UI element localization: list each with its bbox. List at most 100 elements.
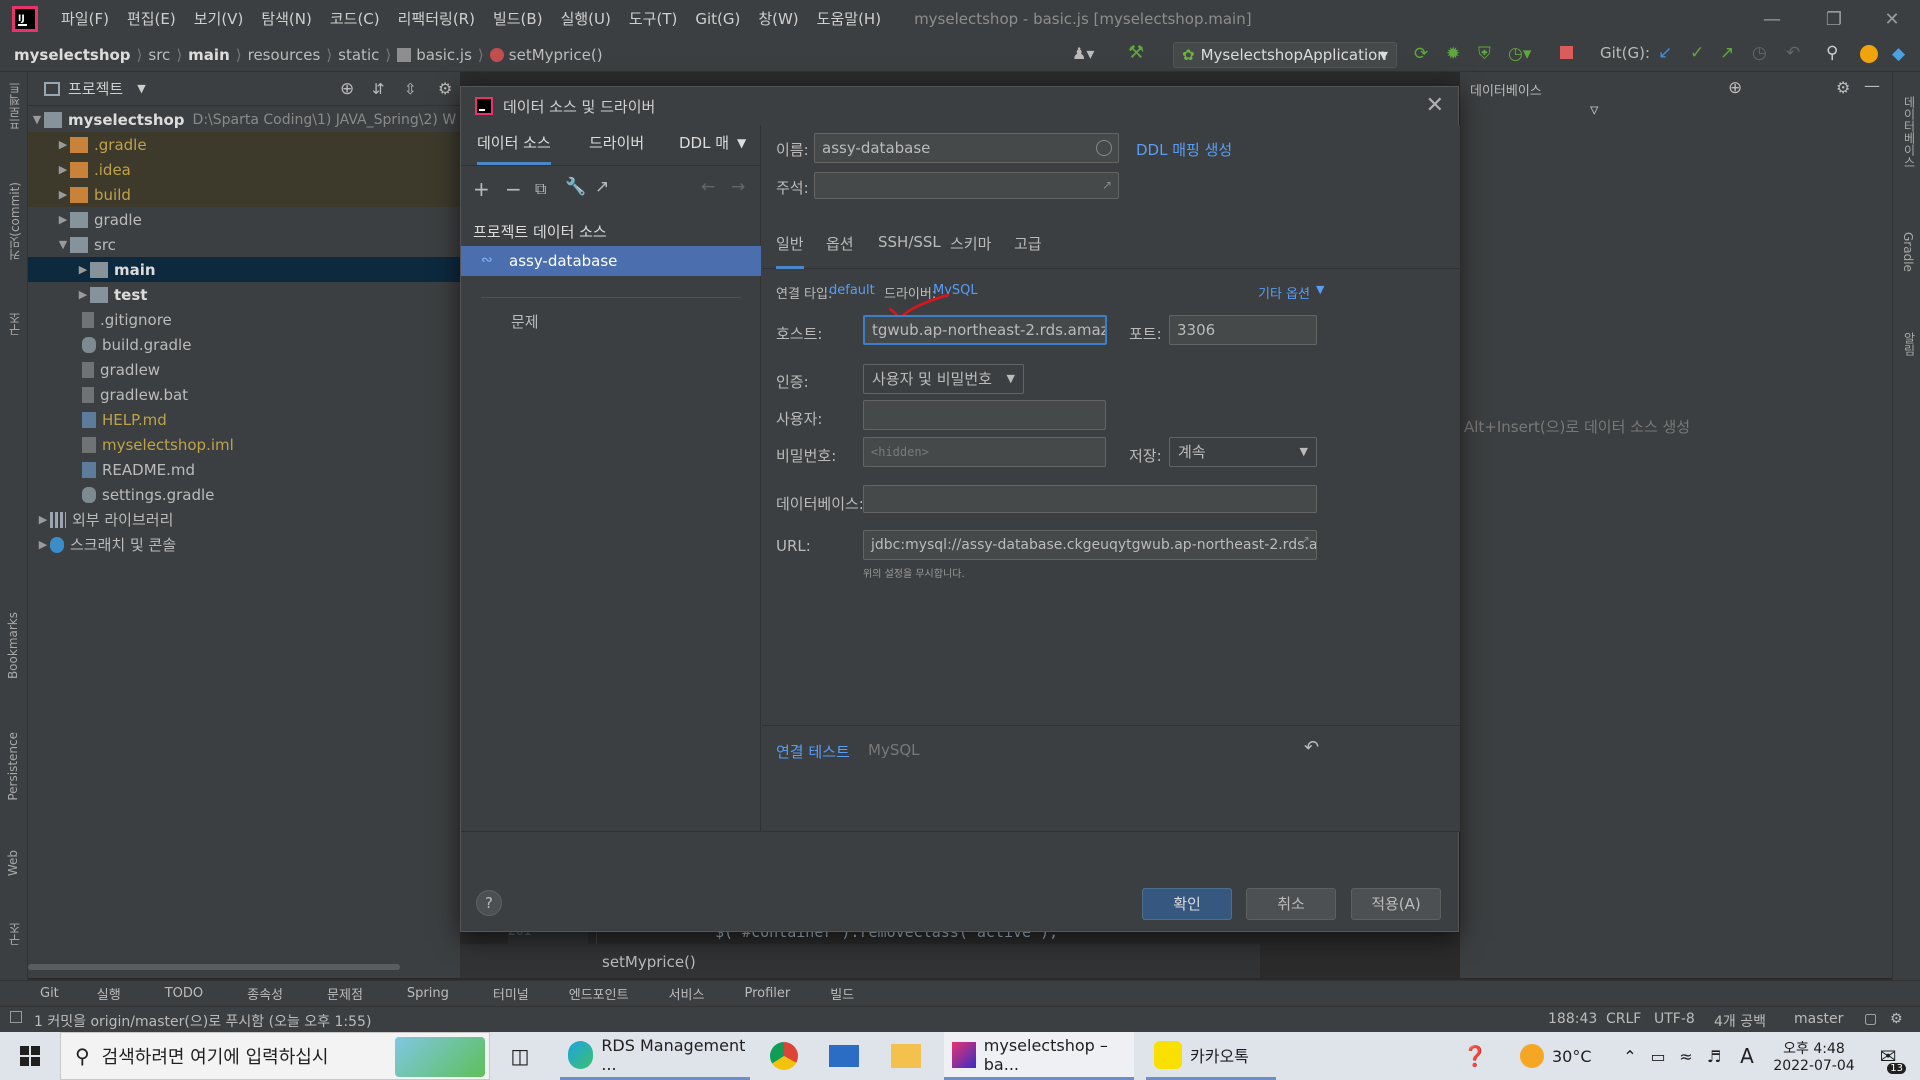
menu-file[interactable]: 파일(F) bbox=[52, 0, 118, 38]
tree-item-test[interactable]: ▶ test bbox=[28, 282, 460, 307]
auth-select[interactable]: 사용자 및 비밀번호 ▼ bbox=[863, 364, 1024, 394]
tool-dependencies[interactable]: 종속성 bbox=[247, 984, 283, 1003]
tab-ddl[interactable]: DDL 매 bbox=[679, 125, 729, 161]
menu-refactor[interactable]: 리팩터링(R) bbox=[389, 0, 484, 38]
chevron-down-icon[interactable]: ▼ bbox=[737, 125, 746, 161]
tree-item-build[interactable]: ▶ build bbox=[28, 182, 460, 207]
tree-item-main[interactable]: ▶ main bbox=[28, 257, 460, 282]
menu-edit[interactable]: 편집(E) bbox=[118, 0, 185, 38]
tab-options[interactable]: 옵션 bbox=[826, 233, 854, 254]
stripe-web[interactable]: Web bbox=[6, 850, 20, 876]
run-configuration-selector[interactable]: ✿ MyselectshopApplication ▼ bbox=[1173, 42, 1397, 68]
tool-profiler[interactable]: Profiler bbox=[744, 986, 790, 1001]
start-button[interactable] bbox=[0, 1032, 60, 1080]
expand-icon[interactable]: ↗ bbox=[1102, 173, 1112, 198]
search-icon[interactable]: ⚲ bbox=[1826, 43, 1838, 63]
user-icon[interactable]: ♟▾ bbox=[1072, 44, 1094, 63]
minimize-button[interactable]: — bbox=[1744, 0, 1800, 38]
chevron-down-icon[interactable]: ▼ bbox=[1316, 283, 1324, 296]
git-history-icon[interactable]: ◷ bbox=[1752, 43, 1767, 63]
close-icon[interactable]: ✕ bbox=[1426, 93, 1444, 118]
tab-data-sources[interactable]: 데이터 소스 bbox=[477, 125, 551, 165]
tree-item-gradle-hidden[interactable]: ▶ .gradle bbox=[28, 132, 460, 157]
menu-view[interactable]: 보기(V) bbox=[185, 0, 253, 38]
menu-build[interactable]: 빌드(B) bbox=[484, 0, 552, 38]
weather-widget[interactable]: 30°C bbox=[1520, 1032, 1600, 1080]
add-icon[interactable]: + bbox=[473, 177, 490, 201]
help-tray-icon[interactable]: ❓ bbox=[1460, 1032, 1490, 1080]
gear-icon[interactable]: ⚙ bbox=[438, 79, 452, 98]
tool-spring[interactable]: Spring bbox=[407, 986, 449, 1001]
apply-button[interactable]: 적용(A) bbox=[1351, 888, 1441, 920]
close-window-button[interactable]: ✕ bbox=[1864, 0, 1920, 38]
expand-icon[interactable]: ↗ bbox=[1300, 533, 1310, 547]
host-field[interactable]: tgwub.ap-northeast-2.rds.amazonaws.com bbox=[863, 315, 1107, 345]
collapse-all-icon[interactable]: ⇳ bbox=[404, 80, 417, 98]
stripe-project[interactable]: 프로젝트 bbox=[6, 82, 23, 130]
speaker-icon[interactable]: ♬ bbox=[1704, 1032, 1724, 1080]
stripe-notifications[interactable]: 알림 bbox=[1901, 332, 1918, 356]
settings-icon[interactable]: ⚙ bbox=[1890, 1011, 1903, 1027]
wifi-icon[interactable]: ≈ bbox=[1676, 1032, 1696, 1080]
remove-icon[interactable]: − bbox=[505, 177, 522, 201]
tree-item-scratches[interactable]: ▶ 스크래치 및 콘솔 bbox=[28, 532, 460, 557]
stop-icon[interactable] bbox=[1560, 46, 1573, 59]
save-select[interactable]: 계속 ▼ bbox=[1169, 437, 1317, 467]
breadcrumb-static[interactable]: static bbox=[338, 46, 379, 64]
taskbar-explorer[interactable] bbox=[888, 1032, 924, 1080]
tool-run[interactable]: 실행 bbox=[97, 984, 121, 1003]
indent-setting[interactable]: 4개 공백 bbox=[1714, 1011, 1766, 1031]
menu-run[interactable]: 실행(U) bbox=[552, 0, 620, 38]
revert-icon[interactable]: ↶ bbox=[1304, 737, 1319, 758]
status-toggle-icon[interactable] bbox=[10, 1011, 22, 1023]
git-push-icon[interactable]: ↗ bbox=[1720, 43, 1734, 63]
color-picker-icon[interactable] bbox=[1096, 140, 1112, 156]
lock-icon[interactable]: ▢ bbox=[1864, 1011, 1877, 1027]
stripe-bookmarks[interactable]: Bookmarks bbox=[6, 612, 20, 679]
tool-services[interactable]: 서비스 bbox=[669, 984, 705, 1003]
coverage-icon[interactable]: ⛨ bbox=[1478, 44, 1491, 64]
tree-item-external-libraries[interactable]: ▶ 외부 라이브러리 bbox=[28, 507, 460, 532]
gear-icon[interactable]: ⚙ bbox=[1836, 78, 1850, 97]
tab-schemas[interactable]: 스키마 bbox=[950, 233, 991, 254]
chevron-up-icon[interactable]: ⌃ bbox=[1620, 1032, 1640, 1080]
back-arrow-icon[interactable]: ← bbox=[701, 177, 715, 197]
stripe-structure[interactable]: 구조 bbox=[6, 312, 23, 336]
taskbar-app-intellij[interactable]: myselectshop – ba... bbox=[944, 1032, 1134, 1080]
tab-drivers[interactable]: 드라이버 bbox=[589, 125, 644, 161]
git-rollback-icon[interactable]: ↶ bbox=[1786, 43, 1800, 63]
caret-position[interactable]: 188:43 bbox=[1548, 1011, 1597, 1027]
filter-icon[interactable]: ▿ bbox=[1590, 100, 1599, 120]
restore-button[interactable]: ❐ bbox=[1806, 0, 1862, 38]
breadcrumb-function[interactable]: setMyprice() bbox=[509, 46, 603, 64]
chevron-down-icon[interactable]: ▼ bbox=[137, 82, 145, 95]
notification-center[interactable]: ✉ 13 bbox=[1868, 1032, 1908, 1080]
name-field[interactable]: assy-database bbox=[814, 133, 1119, 163]
stripe-gradle[interactable]: Gradle bbox=[1901, 232, 1915, 272]
tab-ssh-ssl[interactable]: SSH/SSL bbox=[878, 233, 941, 251]
tool-build[interactable]: 빌드 bbox=[830, 984, 854, 1003]
user-field[interactable] bbox=[863, 400, 1106, 430]
ok-button[interactable]: 확인 bbox=[1142, 888, 1232, 920]
problems-label[interactable]: 문제 bbox=[511, 311, 539, 332]
forward-arrow-icon[interactable]: → bbox=[731, 177, 745, 197]
stripe-persistence[interactable]: Persistence bbox=[6, 732, 20, 801]
more-options-link[interactable]: 기타 옵션 bbox=[1258, 283, 1310, 302]
status-message[interactable]: 1 커밋을 origin/master(으)로 푸시함 (오늘 오후 1:55) bbox=[34, 1011, 371, 1031]
taskbar-mail[interactable] bbox=[826, 1032, 862, 1080]
tree-root[interactable]: ▼ myselectshop D:\Sparta Coding\1) JAVA_… bbox=[28, 107, 460, 132]
breadcrumb-main[interactable]: main bbox=[188, 46, 230, 64]
password-field[interactable]: <hidden> bbox=[863, 437, 1106, 467]
tree-item-gitignore[interactable]: .gitignore bbox=[28, 307, 460, 332]
stripe-commit[interactable]: 커밋(commit) bbox=[6, 182, 23, 261]
menu-git[interactable]: Git(G) bbox=[686, 0, 749, 38]
profile-icon[interactable]: ◷▾ bbox=[1508, 44, 1531, 64]
menu-navigate[interactable]: 탐색(N) bbox=[252, 0, 321, 38]
tool-git[interactable]: Git bbox=[40, 986, 59, 1001]
breadcrumb-resources[interactable]: resources bbox=[248, 46, 321, 64]
horizontal-scrollbar[interactable] bbox=[28, 964, 400, 970]
taskbar-search[interactable]: ⚲ 검색하려면 여기에 입력하십시 bbox=[60, 1032, 490, 1080]
taskbar-chrome[interactable] bbox=[766, 1032, 802, 1080]
breadcrumb-file[interactable]: basic.js bbox=[416, 46, 472, 64]
export-icon[interactable]: ↗ bbox=[595, 177, 609, 197]
